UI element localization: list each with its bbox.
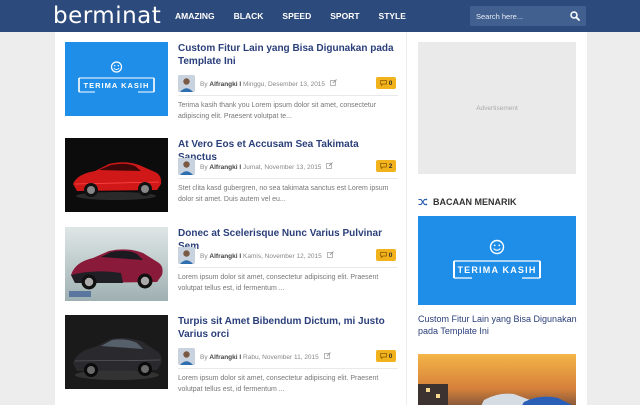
- post-thumbnail[interactable]: TERIMA KASIH: [65, 42, 168, 116]
- post-thumbnail[interactable]: [65, 227, 168, 301]
- comment-icon: [379, 163, 387, 169]
- post-list: TERIMA KASIH Custom Fitur Lain yang Bisa…: [55, 32, 406, 405]
- post-date: Minggu, Desember 13, 2015: [243, 81, 326, 88]
- featured-thumbnail[interactable]: TERIMA KASIH: [418, 216, 576, 305]
- post-date: Jumat, November 13, 2015: [243, 164, 322, 171]
- post-author[interactable]: Alfrangki I: [209, 164, 241, 171]
- widget-title-text: BACAAN MENARIK: [433, 197, 517, 207]
- terima-kasih-text: TERIMA KASIH: [84, 81, 150, 90]
- comment-count: 2: [388, 162, 393, 170]
- sidebar: Advertisement BACAAN MENARIK TERIMA KASI…: [407, 32, 587, 405]
- post-byline: By Alfrangki I Kamis, November 12, 2015: [200, 251, 334, 260]
- post-title[interactable]: Turpis sit Amet Bibendum Dictum, mi Just…: [178, 315, 400, 341]
- nav-item-black[interactable]: BLACK: [234, 0, 264, 32]
- nav-item-speed[interactable]: SPEED: [282, 0, 311, 32]
- comment-count: 0: [388, 251, 393, 259]
- post-author[interactable]: Alfrangki I: [209, 354, 241, 361]
- post-item: Turpis sit Amet Bibendum Dictum, mi Just…: [65, 315, 399, 395]
- post-author[interactable]: Alfrangki I: [209, 81, 241, 88]
- post-item: TERIMA KASIH Custom Fitur Lain yang Bisa…: [65, 42, 399, 122]
- smiley-icon: [110, 61, 123, 73]
- search-button[interactable]: [564, 6, 586, 26]
- search-box: [470, 6, 586, 26]
- site-logo[interactable]: berminat: [53, 2, 161, 30]
- avatar[interactable]: [178, 75, 195, 92]
- smiley-icon: [489, 239, 505, 255]
- post-meta: By Alfrangki I Minggu, Desember 13, 2015…: [178, 75, 398, 93]
- post-thumbnail[interactable]: [65, 138, 168, 212]
- red-car-image: [65, 138, 168, 212]
- sunset-car-image: [418, 354, 576, 405]
- top-header: berminat AMAZING BLACK SPEED SPORT STYLE: [0, 0, 640, 32]
- post-author[interactable]: Alfrangki I: [209, 253, 241, 260]
- post-date: Rabu, November 11, 2015: [243, 354, 319, 361]
- avatar[interactable]: [178, 348, 195, 365]
- terima-kasih-image: TERIMA KASIH: [65, 42, 168, 116]
- edit-icon[interactable]: [326, 251, 334, 258]
- post-meta: By Alfrangki I Jumat, November 13, 2015 …: [178, 158, 398, 176]
- post-meta: By Alfrangki I Kamis, November 12, 2015 …: [178, 247, 398, 265]
- terima-kasih-image: TERIMA KASIH: [418, 216, 576, 305]
- post-excerpt: Terima kasih thank you Lorem ipsum dolor…: [178, 102, 377, 120]
- main-nav: AMAZING BLACK SPEED SPORT STYLE: [175, 0, 425, 32]
- comment-count-badge[interactable]: 0: [376, 77, 396, 89]
- terima-kasih-text: TERIMA KASIH: [457, 265, 536, 275]
- shuffle-icon: [418, 198, 428, 206]
- comment-count-badge[interactable]: 0: [376, 249, 396, 261]
- nav-item-amazing[interactable]: AMAZING: [175, 0, 215, 32]
- post-item: At Vero Eos et Accusam Sea Takimata Sanc…: [65, 138, 399, 218]
- comment-count: 0: [388, 352, 393, 360]
- divider: [178, 95, 398, 96]
- avatar[interactable]: [178, 158, 195, 175]
- edit-icon[interactable]: [330, 79, 337, 86]
- featured-post-title[interactable]: Custom Fitur Lain yang Bisa Digunakan pa…: [418, 313, 580, 337]
- divider: [178, 368, 398, 369]
- pink-car-image: [65, 227, 168, 301]
- search-icon: [570, 11, 580, 21]
- post-item: Donec at Scelerisque Nunc Varius Pulvina…: [65, 227, 399, 307]
- comment-count: 0: [388, 79, 393, 87]
- comment-count-badge[interactable]: 0: [376, 350, 396, 362]
- comment-icon: [379, 353, 387, 359]
- post-byline: By Alfrangki I Jumat, November 13, 2015: [200, 162, 334, 171]
- divider: [178, 267, 398, 268]
- post-byline: By Alfrangki I Minggu, Desember 13, 2015: [200, 79, 337, 88]
- nav-item-style[interactable]: STYLE: [379, 0, 406, 32]
- post-excerpt: Lorem ipsum dolor sit amet, consectetur …: [178, 375, 379, 393]
- comment-count-badge[interactable]: 2: [376, 160, 396, 172]
- featured-thumbnail-2[interactable]: [418, 354, 576, 405]
- edit-icon[interactable]: [326, 162, 334, 169]
- nav-item-sport[interactable]: SPORT: [330, 0, 359, 32]
- post-excerpt: Lorem ipsum dolor sit amet, consectetur …: [178, 274, 379, 292]
- post-date: Kamis, November 12, 2015: [243, 253, 322, 260]
- post-excerpt: Stet clita kasd gubergren, no sea takima…: [178, 185, 389, 203]
- avatar[interactable]: [178, 247, 195, 264]
- comment-icon: [379, 80, 387, 86]
- advertisement-label: Advertisement: [476, 104, 518, 112]
- post-thumbnail[interactable]: [65, 315, 168, 389]
- black-car-image: [65, 315, 168, 389]
- edit-icon[interactable]: [323, 352, 331, 359]
- post-meta: By Alfrangki I Rabu, November 11, 2015 0: [178, 348, 398, 366]
- comment-icon: [379, 252, 387, 258]
- advertisement-box[interactable]: Advertisement: [418, 42, 576, 174]
- post-title[interactable]: Custom Fitur Lain yang Bisa Digunakan pa…: [178, 42, 400, 68]
- search-input[interactable]: [470, 6, 564, 26]
- post-byline: By Alfrangki I Rabu, November 11, 2015: [200, 352, 331, 361]
- widget-title: BACAAN MENARIK: [418, 196, 517, 208]
- divider: [178, 178, 398, 179]
